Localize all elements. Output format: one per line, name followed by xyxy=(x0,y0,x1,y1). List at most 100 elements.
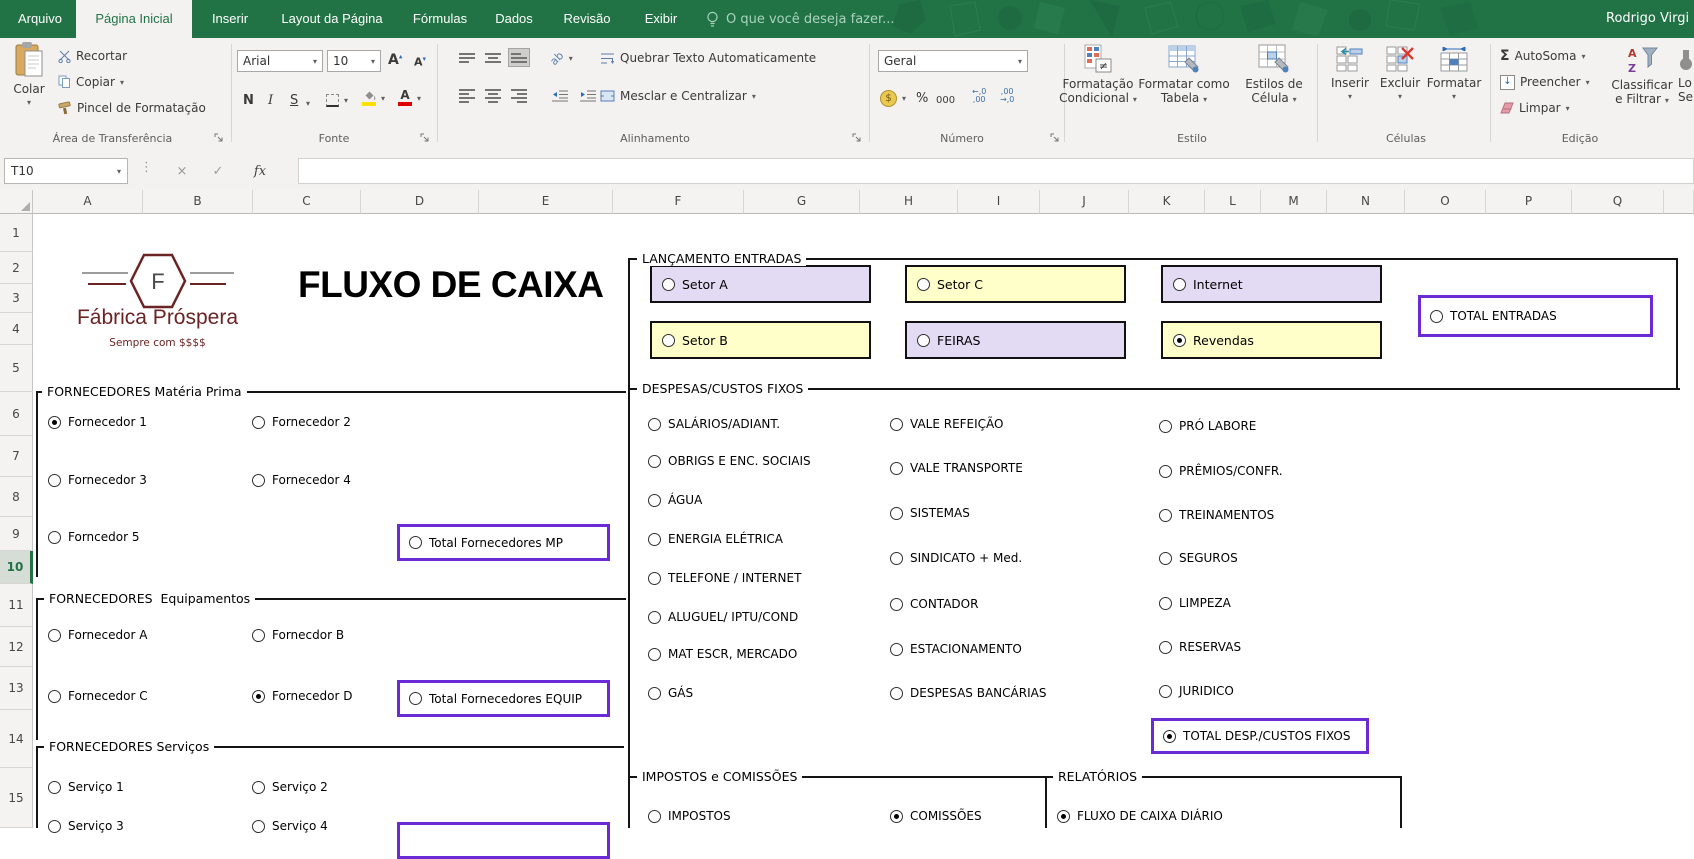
radio-fornecedor-d[interactable]: Fornecedor D xyxy=(252,688,352,704)
radio-icon[interactable] xyxy=(662,333,675,347)
radio-vale-transporte[interactable]: VALE TRANSPORTE xyxy=(890,460,1023,476)
align-top-button[interactable] xyxy=(456,48,478,67)
tab-exibir[interactable]: Exibir xyxy=(630,0,692,38)
cell-styles-button[interactable]: Estilos de Célula ▾ xyxy=(1237,44,1311,107)
find-select-button-clipped[interactable]: Lo Se xyxy=(1678,44,1694,104)
font-dialog-launcher[interactable] xyxy=(420,132,430,146)
underline-button[interactable]: S xyxy=(290,90,298,110)
grow-font-button[interactable]: A▴ xyxy=(388,50,402,70)
formula-bar-splitter[interactable]: ⋮ xyxy=(140,160,153,175)
radio-fornecedor-a[interactable]: Fornecedor A xyxy=(48,627,147,643)
align-bottom-button[interactable] xyxy=(508,48,530,67)
autosum-button[interactable]: Σ AutoSoma ▾ xyxy=(1500,46,1585,66)
row-header-15[interactable]: 15 xyxy=(0,768,33,828)
tab-arquivo[interactable]: Arquivo xyxy=(4,0,76,38)
radio-aluguel-iptu-cond[interactable]: ALUGUEL/ IPTU/COND xyxy=(648,609,798,625)
row-header-5[interactable]: 5 xyxy=(0,345,33,392)
radio-icon[interactable] xyxy=(917,333,930,347)
row-header-11[interactable]: 11 xyxy=(0,584,33,627)
radio-icon[interactable] xyxy=(1173,333,1186,347)
total-fornecedores-equip-box[interactable]: Total Fornecedores EQUIP xyxy=(397,680,610,717)
fill-button[interactable]: ↓ Preencher ▾ xyxy=(1500,72,1590,92)
row-header-8[interactable]: 8 xyxy=(0,477,33,517)
column-header-n[interactable]: N xyxy=(1327,190,1405,214)
align-left-button[interactable] xyxy=(456,86,478,105)
tab-layout-da-pagina[interactable]: Layout da Página xyxy=(268,0,396,38)
conditional-formatting-button[interactable]: ≠ Formatação Condicional ▾ xyxy=(1058,44,1138,107)
entry-box-feiras[interactable]: FEIRAS xyxy=(905,321,1126,359)
radio-estacionamento[interactable]: ESTACIONAMENTO xyxy=(890,641,1022,657)
column-header-partial[interactable] xyxy=(1664,190,1694,214)
format-cells-button[interactable]: Formatar ▾ xyxy=(1425,46,1483,104)
wrap-text-button[interactable]: Quebrar Texto Automaticamente xyxy=(600,48,816,68)
tab-dados[interactable]: Dados xyxy=(484,0,544,38)
total-entradas-box[interactable]: TOTAL ENTRADAS xyxy=(1418,295,1653,337)
row-header-12[interactable]: 12 xyxy=(0,627,33,667)
align-middle-button[interactable] xyxy=(482,48,504,67)
number-format-select[interactable]: Geral ▾ xyxy=(878,50,1028,72)
decrease-indent-button[interactable] xyxy=(552,86,568,106)
radio-juridico[interactable]: JURIDICO xyxy=(1159,683,1234,699)
row-header-3[interactable]: 3 xyxy=(0,284,33,313)
shrink-font-button[interactable]: A▾ xyxy=(414,52,426,72)
column-header-f[interactable]: F xyxy=(613,190,744,214)
underline-dropdown[interactable]: ▾ xyxy=(306,93,310,113)
format-painter-button[interactable]: Pincel de Formatação xyxy=(58,98,206,118)
column-header-m[interactable]: M xyxy=(1261,190,1327,214)
number-dialog-launcher[interactable] xyxy=(1050,132,1060,146)
entry-box-internet[interactable]: Internet xyxy=(1161,265,1382,303)
radio-fornecedor-3[interactable]: Fornecedor 3 xyxy=(48,472,147,488)
column-header-p[interactable]: P xyxy=(1486,190,1572,214)
tab-inserir[interactable]: Inserir xyxy=(196,0,264,38)
insert-cells-button[interactable]: Inserir ▾ xyxy=(1327,46,1373,104)
entry-box-revendas[interactable]: Revendas xyxy=(1161,321,1382,359)
total-despesas-box[interactable]: TOTAL DESP./CUSTOS FIXOS xyxy=(1151,718,1369,754)
column-header-d[interactable]: D xyxy=(361,190,479,214)
radio-icon[interactable] xyxy=(409,692,422,705)
radio-servico-2[interactable]: Serviço 2 xyxy=(252,779,328,795)
radio-contador[interactable]: CONTADOR xyxy=(890,596,978,612)
format-as-table-button[interactable]: Formatar como Tabela ▾ xyxy=(1137,44,1231,107)
tab-revisao[interactable]: Revisão xyxy=(548,0,626,38)
sort-filter-button[interactable]: A Z Classificar e Filtrar ▾ xyxy=(1606,44,1678,108)
merge-center-button[interactable]: Mesclar e Centralizar ▾ xyxy=(600,86,756,106)
select-all-corner[interactable] xyxy=(0,190,33,214)
radio-icon[interactable] xyxy=(662,277,675,291)
radio-sindicato-med[interactable]: SINDICATO + Med. xyxy=(890,550,1022,566)
radio-icon[interactable] xyxy=(1163,729,1176,743)
align-center-button[interactable] xyxy=(482,86,504,105)
column-header-l[interactable]: L xyxy=(1205,190,1261,214)
radio-telefone-internet[interactable]: TELEFONE / INTERNET xyxy=(648,570,801,586)
row-header-1[interactable]: 1 xyxy=(0,214,33,252)
radio-servico-1[interactable]: Serviço 1 xyxy=(48,779,124,795)
column-header-o[interactable]: O xyxy=(1405,190,1486,214)
row-header-13[interactable]: 13 xyxy=(0,667,33,710)
total-fornecedores-mp-box[interactable]: Total Fornecedores MP xyxy=(397,524,610,561)
entry-box-setor-b[interactable]: Setor B xyxy=(650,321,871,359)
radio-seguros[interactable]: SEGUROS xyxy=(1159,550,1238,566)
column-header-k[interactable]: K xyxy=(1129,190,1205,214)
alignment-dialog-launcher[interactable] xyxy=(852,132,862,146)
italic-button[interactable]: I xyxy=(268,90,273,110)
radio-fornecedor-1[interactable]: Fornecedor 1 xyxy=(48,414,147,430)
row-header-2[interactable]: 2 xyxy=(0,252,33,284)
row-header-6[interactable]: 6 xyxy=(0,392,33,436)
column-header-i[interactable]: I xyxy=(958,190,1040,214)
entry-box-setor-a[interactable]: Setor A xyxy=(650,265,871,303)
tab-pagina-inicial[interactable]: Página Inicial xyxy=(76,0,192,38)
accounting-format-button[interactable]: $ ▾ xyxy=(880,88,906,108)
align-right-button[interactable] xyxy=(508,86,530,105)
decrease-decimal-button[interactable]: ,00 →,0 xyxy=(1000,86,1014,106)
radio-fluxo-de-caixa-diario[interactable]: FLUXO DE CAIXA DIÁRIO xyxy=(1057,808,1223,824)
account-name[interactable]: Rodrigo Virgi xyxy=(1606,0,1694,38)
bold-button[interactable]: N xyxy=(243,90,254,110)
comma-style-button[interactable]: 000 xyxy=(936,90,955,110)
row-header-10-active[interactable]: 10 xyxy=(0,551,33,584)
radio-limpeza[interactable]: LIMPEZA xyxy=(1159,595,1231,611)
radio-servico-3[interactable]: Serviço 3 xyxy=(48,818,124,834)
percent-style-button[interactable]: % xyxy=(916,88,928,108)
column-header-b[interactable]: B xyxy=(143,190,253,214)
radio-vale-refeicao[interactable]: VALE REFEIÇÃO xyxy=(890,416,1004,432)
row-header-14[interactable]: 14 xyxy=(0,710,33,768)
radio-fornecedor-4[interactable]: Fornecedor 4 xyxy=(252,472,351,488)
